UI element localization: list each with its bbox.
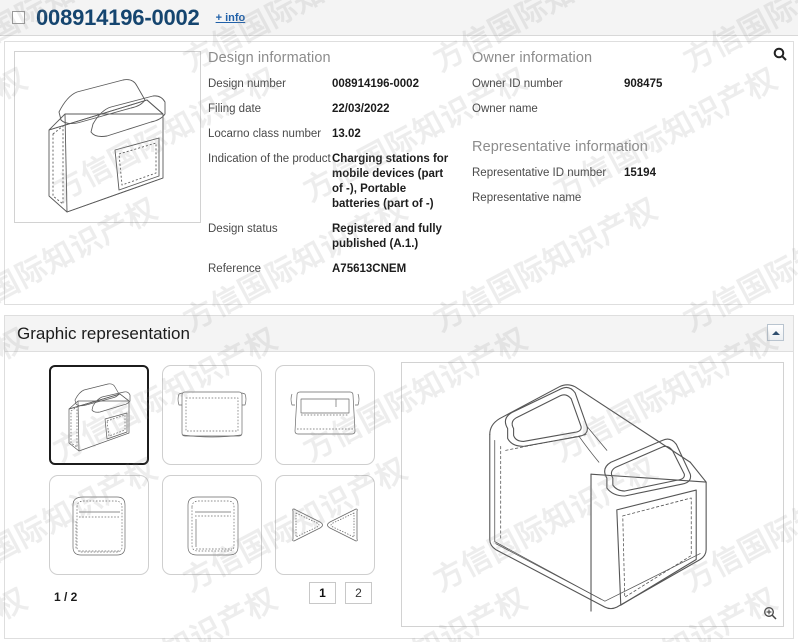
main-design-drawing [489,384,707,612]
thumbnail-drawing [72,496,126,556]
field-value: 22/03/2022 [332,103,390,115]
pager-button-2[interactable]: 2 [345,582,372,604]
thumbnail-drawing [187,496,239,556]
owner-information-column: Owner information Owner ID number 908475… [472,50,787,216]
field-filing-date: Filing date 22/03/2022 [208,102,463,117]
thumbnail-page-counter: 1 / 2 [54,590,78,604]
field-design-number: Design number 008914196-0002 [208,77,463,92]
field-label: Design number [208,78,286,90]
select-design-checkbox[interactable] [12,11,25,24]
field-indication-of-the-product: Indication of the product Charging stati… [208,152,463,212]
graphic-representation-body: 1 / 2 1 2 [5,352,793,638]
graphic-representation-header: Graphic representation [5,316,793,352]
field-value: 008914196-0002 [332,78,419,90]
thumbnail-view-bottom[interactable] [275,365,375,465]
caret-up-icon [771,330,780,335]
thumbnail-drawing [177,391,247,438]
thumbnail-view-side-right[interactable] [162,475,262,575]
thumbnail-drawing [292,508,358,542]
thumbnail-view-side-left[interactable] [49,475,149,575]
field-value [624,102,764,117]
field-label: Filing date [208,103,262,115]
field-value [624,191,764,206]
field-representative-name: Representative name [472,191,787,206]
field-label: Reference [208,263,262,275]
thumbnail-view-perspective[interactable] [49,365,149,465]
design-preview-thumbnail[interactable] [14,51,201,223]
field-label: Design status [208,223,278,235]
field-value: Charging stations for mobile devices (pa… [332,153,449,210]
field-value: 13.02 [332,128,361,140]
page-header: 008914196-0002 + info [0,0,798,36]
field-label: Representative name [472,192,582,204]
graphic-representation-title: Graphic representation [17,323,190,343]
preview-magnifier-icon[interactable] [773,47,787,61]
representative-information-title: Representative information [472,139,648,155]
thumbnail-view-top[interactable] [162,365,262,465]
field-owner-name: Owner name [472,102,787,117]
field-representative-id-number: Representative ID number 15194 [472,166,787,181]
watermark-text: 方信国际知识产权 [794,314,798,469]
more-info-link[interactable]: + info [216,12,246,24]
watermark-text: 方信国际知识产权 [794,54,798,209]
field-reference: Reference A75613CNEM [208,262,463,277]
design-information-column: Design information Design number 0089141… [208,50,463,287]
main-image-viewer[interactable] [401,362,784,627]
thumbnail-view-bowtie-detail[interactable] [275,475,375,575]
preview-drawing [48,79,166,213]
field-design-status: Design status Registered and fully publi… [208,222,463,252]
field-label: Locarno class number [208,128,322,140]
thumbnail-grid [49,365,389,585]
thumbnail-row [49,365,389,465]
field-value: A75613CNEM [332,263,407,275]
pager-button-1[interactable]: 1 [309,582,336,604]
field-value: 908475 [624,78,663,90]
field-locarno-class-number: Locarno class number 13.02 [208,127,463,142]
page-title: 008914196-0002 [36,4,200,30]
field-label: Owner name [472,103,538,115]
graphic-representation-card: Graphic representation 1 / 2 1 2 [4,315,794,639]
design-information-title: Design information [208,50,331,66]
viewer-magnifier-plus-icon[interactable] [763,606,777,620]
design-details-card: Design information Design number 0089141… [4,41,794,305]
field-label: Owner ID number [472,78,563,90]
thumbnail-drawing [290,391,360,435]
thumbnail-row [49,475,389,575]
field-label: Indication of the product [208,153,331,165]
field-value: Registered and fully published (A.1.) [332,223,442,250]
field-label: Representative ID number [472,167,607,179]
field-value: 15194 [624,167,656,179]
collapse-section-button[interactable] [767,324,784,341]
watermark-text: 方信国际知识产权 [794,574,798,642]
thumbnail-pager: 1 2 [309,582,381,604]
owner-information-title: Owner information [472,50,593,66]
field-owner-id-number: Owner ID number 908475 [472,77,787,92]
thumbnail-drawing [68,383,131,452]
